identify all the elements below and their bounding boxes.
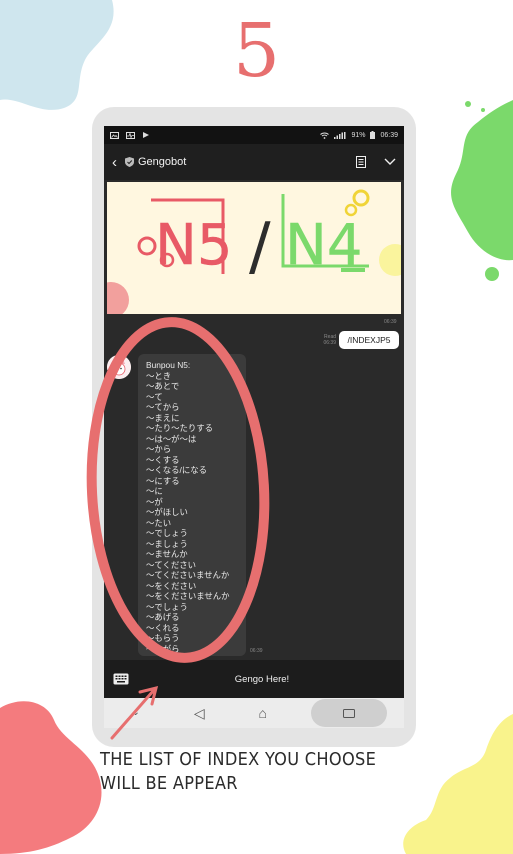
status-bar: 91% 06:39: [104, 126, 404, 144]
pulse-notification-icon: [126, 131, 135, 139]
keyboard-icon[interactable]: [113, 673, 129, 685]
banner-n5-label: N5: [155, 213, 233, 278]
grammar-list-item: 〜くなる/になる: [146, 465, 207, 475]
sent-message-bubble[interactable]: /INDEXJP5: [339, 331, 399, 349]
grammar-list-item: 〜てくださいませんか: [146, 570, 230, 580]
grammar-list-item: 〜くする: [146, 454, 180, 465]
chat-header: ‹ Gengobot: [104, 144, 404, 180]
signal-icon: [334, 131, 346, 139]
grammar-list-item: 〜ながら: [146, 643, 180, 654]
grammar-list-item: 〜ましょう: [146, 538, 188, 549]
message-input[interactable]: Gengo Here!: [129, 674, 395, 685]
chat-screen: 91% 06:39 ‹ Gengobot N5 / N4 06:39 Read …: [104, 126, 404, 698]
notes-icon[interactable]: [356, 156, 366, 168]
official-shield-icon: [125, 157, 134, 167]
grammar-list-item: 〜てから: [146, 402, 180, 412]
grammar-list-item: 〜をくださいませんか: [146, 591, 230, 601]
green-blob-decoration: [451, 100, 513, 281]
grammar-list-item: 〜たり〜たりする: [146, 423, 213, 433]
grammar-list-item: 〜くれる: [146, 622, 180, 633]
grammar-list-item: 〜でしょう: [146, 601, 188, 612]
image-notification-icon: [110, 131, 119, 139]
home-nav-icon[interactable]: ⌂: [248, 706, 278, 720]
wifi-icon: [320, 132, 330, 139]
grammar-list: 〜とき 〜あとで 〜て 〜てから 〜まえに 〜たり〜たりする 〜は〜が〜は 〜から 〜くする 〜く…: [146, 371, 238, 655]
banner-slash: /: [249, 210, 271, 284]
caption-line-2: WILL BE APPEAR: [100, 773, 238, 794]
back-arrow-icon[interactable]: ‹: [112, 155, 117, 170]
grammar-list-item: 〜あげる: [146, 612, 180, 622]
recent-apps-icon: [343, 708, 356, 718]
back-nav-icon[interactable]: ◁: [184, 706, 214, 720]
received-timestamp: 06:39: [250, 648, 263, 654]
bot-avatar[interactable]: [107, 355, 131, 379]
grammar-list-item: 〜て: [146, 391, 163, 402]
sent-timestamp: 06:39: [323, 339, 336, 346]
battery-percent: 91%: [351, 131, 366, 139]
caption: THE LIST OF INDEX YOU CHOOSE WILL BE APP…: [100, 748, 400, 796]
grammar-list-item: 〜てください: [146, 559, 196, 570]
grammar-list-item: 〜にする: [146, 475, 180, 486]
grammar-list-item: 〜は〜が〜は: [146, 433, 197, 444]
banner-timestamp: 06:39: [384, 319, 397, 325]
grammar-list-item: 〜に: [146, 486, 163, 496]
level-banner-image[interactable]: N5 / N4: [107, 182, 401, 314]
step-number: 5: [232, 8, 281, 94]
received-message-bubble[interactable]: Bunpou N5: 〜とき 〜あとで 〜て 〜てから 〜まえに 〜たり〜たりする 〜は〜が…: [138, 354, 246, 656]
grammar-list-item: 〜あとで: [146, 381, 180, 391]
grammar-list-item: 〜とき: [146, 370, 172, 381]
grammar-list-item: 〜から: [146, 444, 172, 454]
battery-icon: [370, 131, 376, 139]
message-input-bar: Gengo Here!: [104, 660, 404, 698]
grammar-list-item: 〜まえに: [146, 412, 180, 423]
app-notification-icon: [143, 132, 149, 138]
grammar-list-item: 〜でしょう: [146, 528, 188, 538]
hide-keyboard-icon[interactable]: ⌄: [121, 708, 151, 718]
bot-name: Gengobot: [138, 156, 187, 168]
android-nav-bar: ⌄ ◁ ⌂: [104, 698, 404, 728]
grammar-list-item: 〜ませんか: [146, 549, 188, 559]
grammar-list-item: 〜をください: [146, 580, 197, 591]
grammar-list-title: Bunpou N5:: [146, 360, 191, 370]
grammar-list-item: 〜がほしい: [146, 507, 188, 517]
n5-n4-illustration: N5 / N4: [107, 182, 401, 314]
grammar-list-item: 〜もらう: [146, 633, 180, 643]
yellow-blob-decoration: [403, 714, 513, 854]
status-time: 06:39: [380, 131, 398, 139]
recent-apps-button[interactable]: [311, 699, 388, 727]
grammar-list-item: 〜たい: [146, 517, 172, 528]
grammar-list-item: 〜が: [146, 496, 163, 507]
chevron-down-icon[interactable]: [384, 158, 396, 166]
caption-line-1: THE LIST OF INDEX YOU CHOOSE: [100, 749, 377, 770]
